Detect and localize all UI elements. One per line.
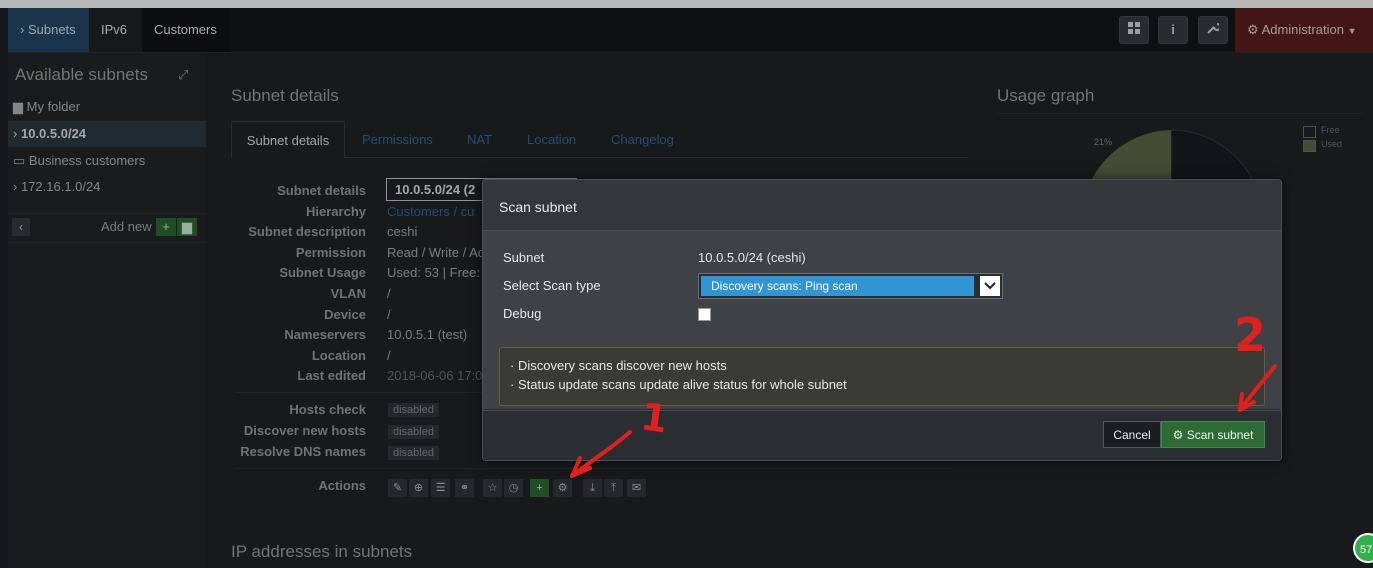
info-line: · Discovery scans discover new hosts [510, 358, 727, 373]
gears-icon: ⚙ [1172, 428, 1184, 442]
modal-header: Scan subnet [483, 180, 1281, 231]
scan-info-box: · Discovery scans discover new hosts · S… [499, 347, 1265, 406]
scan-type-label: Select Scan type [503, 278, 601, 293]
modal-title: Scan subnet [499, 199, 577, 215]
scan-type-selected: Discovery scans: Ping scan [701, 276, 974, 296]
subnet-value: 10.0.5.0/24 (ceshi) [698, 250, 806, 265]
info-line: · Status update scans update alive statu… [510, 377, 847, 392]
debug-checkbox[interactable] [698, 308, 711, 321]
cancel-button[interactable]: Cancel [1103, 421, 1161, 448]
subnet-label: Subnet [503, 250, 545, 265]
modal-footer: Cancel ⚙ Scan subnet [483, 410, 1281, 460]
scan-subnet-modal: Scan subnet Subnet 10.0.5.0/24 (ceshi) S… [482, 179, 1282, 461]
scan-type-select[interactable]: Discovery scans: Ping scan [698, 273, 1003, 299]
debug-label: Debug [503, 306, 542, 321]
scan-subnet-label: Scan subnet [1186, 428, 1254, 442]
annotation-2: 2 [1234, 308, 1267, 362]
chevron-down-icon [980, 276, 1000, 296]
scan-subnet-button[interactable]: ⚙ Scan subnet [1161, 421, 1265, 448]
